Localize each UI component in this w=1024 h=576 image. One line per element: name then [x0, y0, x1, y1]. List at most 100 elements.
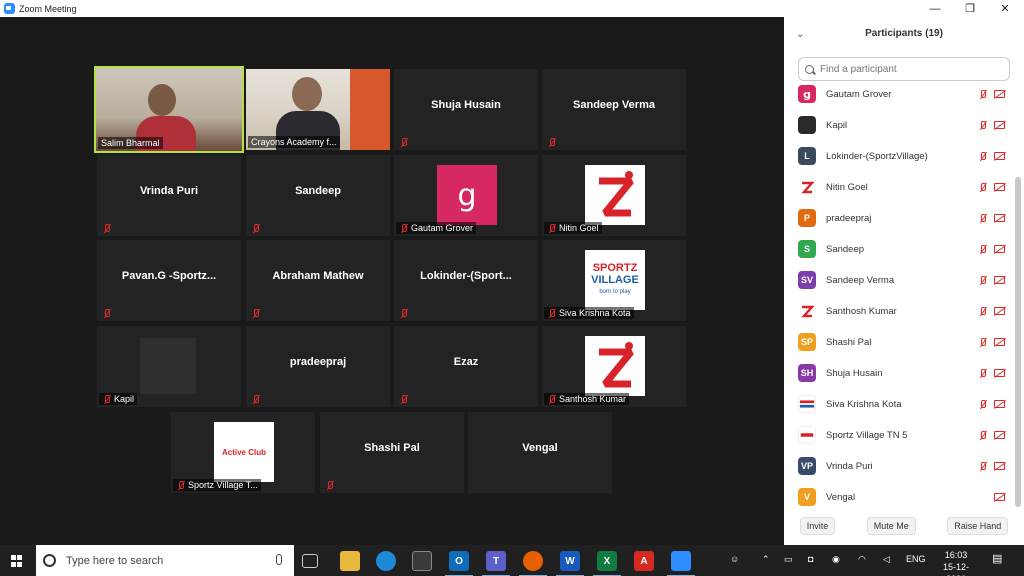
video-tile-crayons[interactable]: Crayons Academy f... — [246, 69, 390, 150]
muted-mic-icon[interactable] — [978, 120, 987, 130]
close-button[interactable]: ✕ — [988, 0, 1022, 17]
participant-row[interactable]: SP Shashi Pal — [784, 327, 1016, 357]
video-tile-pavan[interactable]: Pavan.G -Sportz... — [97, 240, 241, 321]
participant-row[interactable]: Nitin Goel — [784, 172, 1016, 202]
notifications-icon[interactable]: ▤ — [992, 552, 1002, 565]
video-tile-santhosh[interactable]: Santhosh Kumar — [542, 326, 686, 407]
video-off-icon[interactable] — [994, 493, 1005, 501]
participant-row[interactable]: VP Vrinda Puri — [784, 451, 1016, 481]
video-off-icon[interactable] — [994, 307, 1005, 315]
participant-row[interactable]: Kapil — [784, 110, 1016, 140]
muted-mic-icon[interactable] — [978, 213, 987, 223]
video-tile-kapil[interactable]: Kapil — [97, 326, 241, 407]
volume-icon[interactable]: ◁ — [883, 554, 890, 565]
outlook-icon[interactable]: O — [445, 551, 473, 576]
video-off-icon[interactable] — [994, 121, 1005, 129]
video-tile-shuja[interactable]: Shuja Husain — [394, 69, 538, 150]
invite-button[interactable]: Invite — [799, 517, 836, 535]
video-tile-vrinda[interactable]: Vrinda Puri — [97, 155, 241, 236]
muted-mic-icon[interactable] — [978, 461, 987, 471]
participant-row[interactable]: SH Shuja Husain — [784, 358, 1016, 388]
participant-search[interactable] — [798, 57, 1010, 81]
zoom-taskbar-icon[interactable] — [667, 551, 695, 576]
store-icon[interactable] — [412, 551, 432, 571]
muted-mic-icon[interactable] — [978, 306, 987, 316]
muted-mic-icon[interactable] — [978, 337, 987, 347]
firefox-icon[interactable] — [519, 551, 547, 576]
video-off-icon[interactable] — [994, 245, 1005, 253]
participant-row[interactable]: SV Sandeep Verma — [784, 265, 1016, 295]
participant-row[interactable]: g Gautam Grover — [784, 79, 1016, 109]
participant-row[interactable]: S Sandeep — [784, 234, 1016, 264]
video-off-icon[interactable] — [994, 462, 1005, 470]
windows-start-icon[interactable] — [11, 555, 23, 567]
video-tile-gautam[interactable]: g Gautam Grover — [394, 155, 538, 236]
participant-row[interactable]: V Vengal — [784, 482, 1016, 509]
language-indicator[interactable]: ENG — [906, 554, 926, 564]
participant-name: Nitin Goel — [826, 181, 868, 193]
video-tile-shashi[interactable]: Shashi Pal — [320, 412, 464, 493]
tile-name-label: Kapil — [114, 394, 135, 404]
taskbar-search[interactable]: Type here to search — [36, 545, 294, 576]
video-tile-nitin[interactable]: Nitin Goel — [542, 155, 686, 236]
avatar: SV — [798, 271, 816, 289]
acrobat-icon[interactable]: A — [634, 551, 654, 571]
participant-row[interactable]: Siva Krishna Kota — [784, 389, 1016, 419]
wifi-icon[interactable]: ◠ — [858, 554, 866, 565]
tile-name: Ezaz — [453, 356, 479, 368]
video-tile-abraham[interactable]: Abraham Mathew — [246, 240, 390, 321]
battery-icon[interactable]: ▭ — [784, 554, 793, 565]
taskbar-clock[interactable]: 16:03 15-12-2020 — [934, 549, 978, 576]
maximize-button[interactable]: ❐ — [953, 0, 987, 17]
participant-row[interactable]: P pradeepraj — [784, 203, 1016, 233]
video-tile-sandeep-verma[interactable]: Sandeep Verma — [542, 69, 686, 150]
muted-mic-icon[interactable] — [978, 275, 987, 285]
word-icon[interactable]: W — [556, 551, 584, 576]
muted-mic-icon[interactable] — [978, 89, 987, 99]
tile-name: Vengal — [522, 442, 558, 454]
video-off-icon[interactable] — [994, 152, 1005, 160]
video-tile-sportz-village-tn[interactable]: Active Club Sportz Village T... — [171, 412, 315, 493]
task-view-icon[interactable] — [302, 554, 318, 568]
video-tile-ezaz[interactable]: Ezaz — [394, 326, 538, 407]
file-explorer-icon[interactable] — [340, 551, 360, 571]
participant-row[interactable]: Sportz Village TN 5 — [784, 420, 1016, 450]
people-icon[interactable]: ☺ — [730, 554, 739, 564]
minimize-button[interactable]: — — [918, 0, 952, 17]
muted-mic-icon[interactable] — [978, 399, 987, 409]
muted-mic-icon[interactable] — [978, 151, 987, 161]
video-off-icon[interactable] — [994, 276, 1005, 284]
video-off-icon[interactable] — [994, 214, 1005, 222]
video-off-icon[interactable] — [994, 338, 1005, 346]
video-off-icon[interactable] — [994, 400, 1005, 408]
sportz-logo-icon — [585, 165, 645, 225]
raise-hand-button[interactable]: Raise Hand — [947, 517, 1009, 535]
video-tile-siva[interactable]: SPORTZ VILLAGE born to play Siva Krishna… — [542, 240, 686, 321]
participant-search-input[interactable] — [820, 63, 1000, 75]
video-off-icon[interactable] — [994, 183, 1005, 191]
video-off-icon[interactable] — [994, 90, 1005, 98]
video-off-icon[interactable] — [994, 369, 1005, 377]
security-tray-icon[interactable]: ◉ — [832, 554, 840, 565]
muted-mic-icon[interactable] — [978, 244, 987, 254]
video-tile-salim[interactable]: Salim Bharmal — [94, 66, 244, 153]
video-off-icon[interactable] — [994, 431, 1005, 439]
participant-list-scrollbar[interactable] — [1015, 177, 1021, 507]
microphone-icon[interactable] — [276, 554, 282, 565]
excel-icon[interactable]: X — [593, 551, 621, 576]
video-tile-vengal[interactable]: Vengal — [468, 412, 612, 493]
muted-mic-icon[interactable] — [978, 430, 987, 440]
muted-mic-icon[interactable] — [978, 182, 987, 192]
mute-me-button[interactable]: Mute Me — [866, 517, 916, 535]
teams-icon[interactable]: T — [482, 551, 510, 576]
participant-row[interactable]: Santhosh Kumar — [784, 296, 1016, 326]
video-tile-pradeepraj[interactable]: pradeepraj — [246, 326, 390, 407]
participant-row[interactable]: L Lokinder-(SportzVillage) — [784, 141, 1016, 171]
edge-icon[interactable] — [376, 551, 396, 571]
video-tile-sandeep[interactable]: Sandeep — [246, 155, 390, 236]
muted-mic-icon[interactable] — [978, 368, 987, 378]
show-hidden-icons-chevron-icon[interactable]: ⌃ — [762, 554, 770, 565]
avatar: S — [798, 240, 816, 258]
video-tile-lokinder[interactable]: Lokinder-(Sport... — [394, 240, 538, 321]
app-tray-icon[interactable]: ◘ — [808, 554, 813, 564]
